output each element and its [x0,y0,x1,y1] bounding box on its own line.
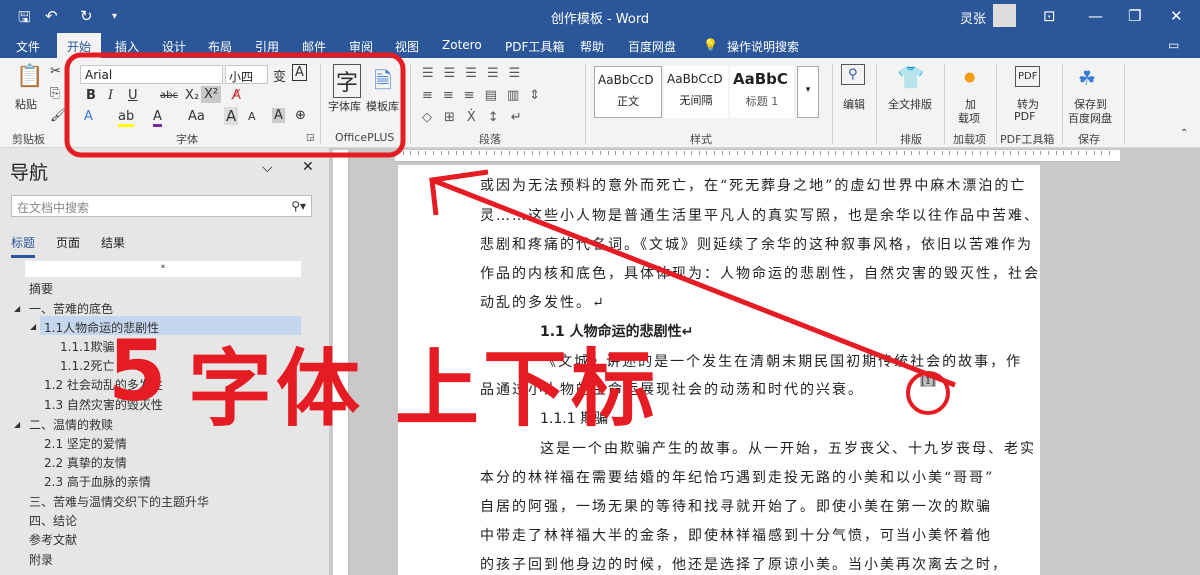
overlay-text-superscript: 上下标 [395,340,660,438]
overlay-text-font: 字体 [188,340,365,438]
highlight-circle [906,371,950,415]
annotation-layer [64,52,956,415]
highlight-box [64,52,406,158]
overlay-number: 5 [108,322,171,420]
